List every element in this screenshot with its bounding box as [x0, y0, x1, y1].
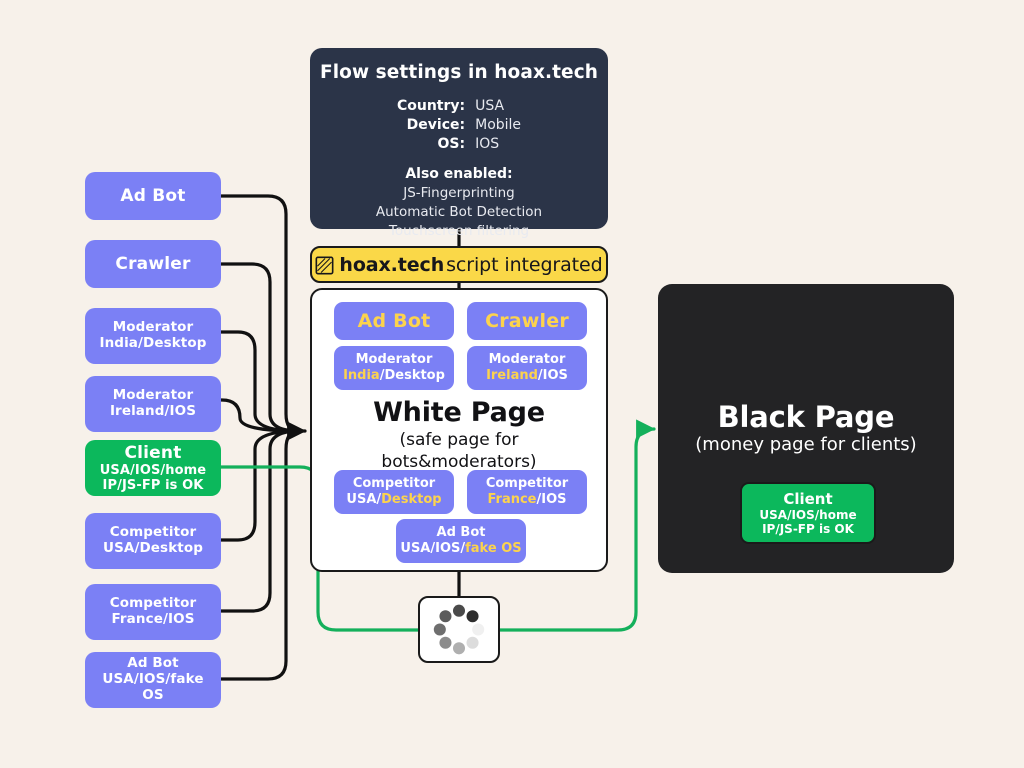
source-competitor-france[interactable]: Competitor France/IOS — [85, 584, 221, 640]
wp-chip-crawler[interactable]: Crawler — [467, 302, 587, 340]
source-client-title: Client — [124, 443, 181, 463]
wire-competitor-france — [221, 431, 299, 611]
black-page-heading: Black Page — [658, 401, 954, 433]
black-page-client-detail-1: USA/IOS/home — [759, 508, 856, 522]
wp-chip-moderator-india[interactable]: Moderator India/Desktop — [334, 346, 454, 390]
black-page-client-detail-2: IP/JS-FP is OK — [762, 522, 854, 536]
settings-value-device: Mobile — [475, 115, 521, 134]
wp-chip-competitor-usa-mark: Desktop — [381, 492, 441, 507]
banner-text: script integrated — [446, 254, 602, 276]
wp-chip-competitor-france-detail: France/IOS — [487, 492, 566, 508]
wire-crawler — [221, 264, 299, 431]
wp-chip-moderator-india-mark: India — [343, 368, 380, 383]
wp-chip-ad-bot-fake-detail: USA/IOS/fake OS — [400, 541, 521, 557]
wire-moderator-ireland — [221, 400, 299, 431]
source-competitor-usa-title: Competitor — [110, 525, 197, 541]
settings-key-device: Device: — [397, 115, 475, 134]
wp-chip-moderator-india-post: /Desktop — [380, 368, 445, 383]
wp-chip-competitor-france-post: /IOS — [537, 492, 567, 507]
flow-settings-title: Flow settings in hoax.tech — [320, 62, 598, 83]
source-competitor-france-title: Competitor — [110, 596, 197, 612]
feature-touchscreen-filtering: Touchscreen filtering — [389, 222, 529, 241]
black-page-client-chip[interactable]: Client USA/IOS/home IP/JS-FP is OK — [740, 482, 876, 544]
source-client-detail-2: IP/JS-FP is OK — [103, 478, 204, 493]
settings-row-os: OS: IOS — [397, 134, 521, 153]
flow-settings-panel: Flow settings in hoax.tech Country: USA … — [310, 48, 608, 229]
wp-chip-ad-bot-fake-pre: USA/IOS/ — [400, 541, 465, 556]
traffic-router-spinner[interactable] — [418, 596, 500, 663]
settings-value-country: USA — [475, 96, 521, 115]
black-page-client-title: Client — [783, 490, 832, 508]
source-ad-bot-label: Ad Bot — [120, 186, 185, 206]
wp-chip-moderator-ireland-post: /IOS — [538, 368, 568, 383]
settings-key-os: OS: — [397, 134, 475, 153]
source-moderator-india-detail: India/Desktop — [99, 336, 206, 352]
wp-chip-moderator-ireland-mark: Ireland — [486, 368, 538, 383]
wire-competitor-usa — [221, 431, 299, 540]
wp-chip-ad-bot-label: Ad Bot — [358, 310, 431, 333]
source-moderator-india[interactable]: Moderator India/Desktop — [85, 308, 221, 364]
feature-js-fingerprinting: JS-Fingerprinting — [403, 184, 515, 203]
black-page-subheading: (money page for clients) — [658, 434, 954, 455]
wire-ad-bot — [221, 196, 299, 431]
source-ad-bot-fake-os-title: Ad Bot — [127, 656, 178, 672]
source-moderator-india-title: Moderator — [113, 320, 194, 336]
wp-chip-competitor-france[interactable]: Competitor France/IOS — [467, 470, 587, 514]
source-moderator-ireland-detail: Ireland/IOS — [110, 404, 196, 420]
wp-chip-competitor-usa-detail: USA/Desktop — [346, 492, 441, 508]
script-integrated-banner: hoax.tech script integrated — [310, 246, 608, 283]
source-competitor-usa[interactable]: Competitor USA/Desktop — [85, 513, 221, 569]
wire-moderator-india — [221, 332, 299, 431]
wp-chip-ad-bot-fake[interactable]: Ad Bot USA/IOS/fake OS — [396, 519, 526, 563]
wp-chip-ad-bot-fake-mark: fake OS — [465, 541, 521, 556]
source-ad-bot-fake-os-detail: USA/IOS/fake OS — [91, 672, 215, 704]
source-ad-bot[interactable]: Ad Bot — [85, 172, 221, 220]
wp-chip-moderator-india-detail: India/Desktop — [343, 368, 445, 384]
source-crawler[interactable]: Crawler — [85, 240, 221, 288]
diagram-canvas: Flow settings in hoax.tech Country: USA … — [0, 0, 1024, 768]
source-moderator-ireland[interactable]: Moderator Ireland/IOS — [85, 376, 221, 432]
wp-chip-competitor-france-title: Competitor — [486, 476, 568, 492]
wp-chip-moderator-india-title: Moderator — [356, 352, 433, 368]
source-client-detail-1: USA/IOS/home — [100, 463, 206, 478]
wp-chip-competitor-france-mark: France — [487, 492, 536, 507]
wp-chip-competitor-usa[interactable]: Competitor USA/Desktop — [334, 470, 454, 514]
white-page-title-block: White Page (safe page for bots&moderator… — [312, 398, 606, 472]
banner-brand: hoax.tech — [339, 254, 444, 276]
settings-value-os: IOS — [475, 134, 521, 153]
source-competitor-usa-detail: USA/Desktop — [103, 541, 203, 557]
white-page-subheading-2: bots&moderators) — [312, 452, 606, 472]
source-ad-bot-fake-os[interactable]: Ad Bot USA/IOS/fake OS — [85, 652, 221, 708]
white-page-heading: White Page — [312, 398, 606, 428]
wp-chip-ad-bot[interactable]: Ad Bot — [334, 302, 454, 340]
settings-key-country: Country: — [397, 96, 475, 115]
spinner-icon — [418, 598, 500, 661]
settings-row-country: Country: USA — [397, 96, 521, 115]
wp-chip-moderator-ireland[interactable]: Moderator Ireland/IOS — [467, 346, 587, 390]
feature-automatic-bot-detection: Automatic Bot Detection — [376, 203, 542, 222]
wp-chip-ad-bot-fake-title: Ad Bot — [437, 525, 486, 541]
white-page-subheading-1: (safe page for — [312, 430, 606, 450]
black-page-panel: Black Page (money page for clients) Clie… — [658, 284, 954, 573]
settings-row-device: Device: Mobile — [397, 115, 521, 134]
black-page-title-block: Black Page (money page for clients) — [658, 401, 954, 456]
source-competitor-france-detail: France/IOS — [111, 612, 194, 628]
flow-settings-table: Country: USA Device: Mobile OS: IOS — [397, 96, 521, 153]
wire-ad-bot-fake — [221, 431, 299, 679]
wp-chip-crawler-label: Crawler — [485, 310, 569, 333]
white-page-panel: Ad Bot Crawler Moderator India/Desktop M… — [310, 288, 608, 572]
source-moderator-ireland-title: Moderator — [113, 388, 194, 404]
wp-chip-moderator-ireland-detail: Ireland/IOS — [486, 368, 568, 384]
wp-chip-competitor-usa-title: Competitor — [353, 476, 435, 492]
wp-chip-competitor-usa-pre: USA/ — [346, 492, 381, 507]
also-enabled-label: Also enabled: — [405, 166, 512, 182]
hoax-logo-icon — [315, 256, 334, 275]
wp-chip-moderator-ireland-title: Moderator — [489, 352, 566, 368]
source-client[interactable]: Client USA/IOS/home IP/JS-FP is OK — [85, 440, 221, 496]
source-crawler-label: Crawler — [115, 254, 190, 274]
